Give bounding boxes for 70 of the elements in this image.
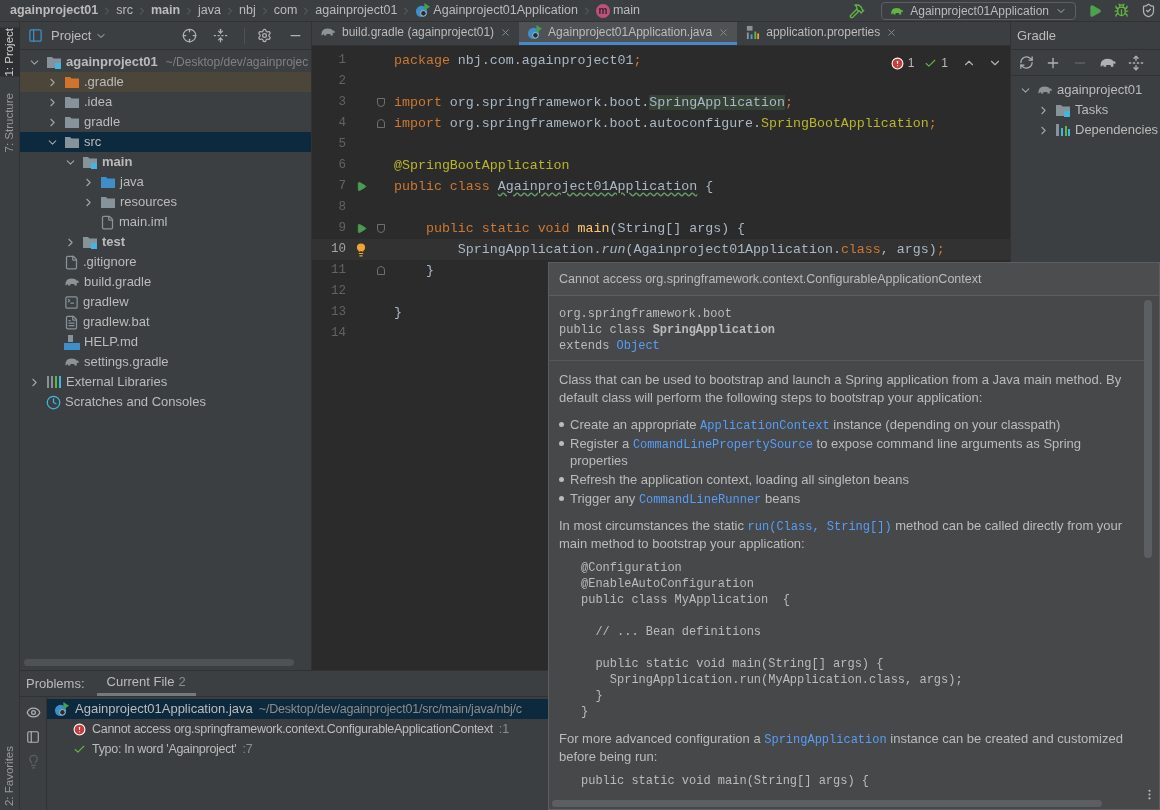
code-line: } [424,261,434,280]
line-number: 2 [337,73,346,91]
signature-line: public class SpringApplication [559,322,776,338]
item-path: ~/Desktop/dev/againprojec [165,54,309,71]
code-line: SpringApplication.run(MyApplication.class, args); [608,672,963,688]
typo-count: 1 [941,55,948,72]
item-label: src [84,133,102,152]
doc-paragraph: Class that can be used to bootstrap and launch a Spring application from a Java main method. By default class will perform the following steps to bootstrap your application: [559,371,1123,406]
item-label: resources [120,193,178,212]
line-number: 7 [337,178,346,196]
code-line: SpringApplication.run(Againproject01Application.class, args); [456,240,945,259]
code-line: } [394,303,402,322]
item-label: main.iml [119,213,168,232]
code-line: @SpringBootApplication [394,156,570,175]
code-line: @EnableAutoConfiguration [581,576,754,592]
panel-title: Problems: [26,674,85,693]
line-number: 12 [330,283,346,301]
code-line: public class MyApplication { [581,592,790,608]
item-label: External Libraries [66,373,168,392]
doc-paragraph: For more advanced configuration a SpringApplication instance can be created and customized before being run: [559,730,1124,765]
item-label: againproject01 [66,53,158,72]
item-label: gradle [84,113,121,132]
line-number: 10 [330,241,346,259]
item-label: Tasks [1075,101,1109,120]
signature-line: extends Object [559,338,660,354]
code-line: import org.springframework.boot.autoconfigure.SpringBootApplication; [394,114,937,133]
bullet-text: Create an appropriate ApplicationContext instance (depending on your classpath) [570,416,1061,433]
item-label: main [102,153,133,172]
item-label: againproject01 [1057,81,1143,100]
item-label: .gitignore [83,253,137,272]
line-number: 3 [337,94,346,112]
item-label: test [102,233,126,252]
item-label: gradlew.bat [83,313,150,332]
line-number: 5 [337,136,346,154]
item-label: Dependencies [1075,121,1159,140]
code-line: } [581,704,589,720]
line-number: 14 [330,325,346,343]
item-label: .gradle [84,73,124,92]
item-label: Scratches and Consoles [65,393,206,412]
error-count: 1 [907,55,915,72]
code-line: public static void main(String[] args) { [581,773,870,789]
line-number: 11 [330,262,346,280]
bullet-text: Refresh the application context, loading all singleton beans [570,471,909,488]
doc-paragraph: In most circumstances the static run(Class, String[]) method can be called directly from your main method to bootstrap your application: [559,517,1124,552]
line-number: 13 [330,304,346,322]
item-label: gradlew [83,293,129,312]
item-label: settings.gradle [84,353,169,372]
signature-line: org.springframework.boot [559,306,732,322]
line-number: 4 [337,115,346,133]
bullet-text: Trigger any CommandLineRunner beans [570,490,801,507]
method-marker: m [595,3,610,18]
panel-title: Gradle [1017,26,1057,45]
code-line: import org.springframework.boot.SpringApplication; [394,93,793,112]
line-number: 6 [337,157,346,175]
item-label: HELP.md [84,333,138,352]
code-line: // ... Bean definitions [594,624,762,640]
code-line: package nbj.com.againproject01; [394,51,642,70]
item-label: build.gradle [84,273,152,292]
line-number: 8 [337,199,346,217]
line-number: 9 [337,220,346,238]
popup-title: Cannot access org.springframework.context.ConfigurableApplicationContext [559,270,982,288]
item-label: .idea [84,93,113,112]
line-number: 1 [337,52,346,70]
code-line: } [594,688,603,704]
code-line: @Configuration [581,560,682,576]
code-line: public static void main(String[] args) { [594,656,884,672]
code-line: public static void main(String[] args) { [424,219,746,238]
code-line: public class Againproject01Application { [394,177,714,196]
bullet-text: Register a CommandLinePropertySource to expose command line arguments as Spring properties [570,435,1082,469]
item-label: java [120,173,144,192]
